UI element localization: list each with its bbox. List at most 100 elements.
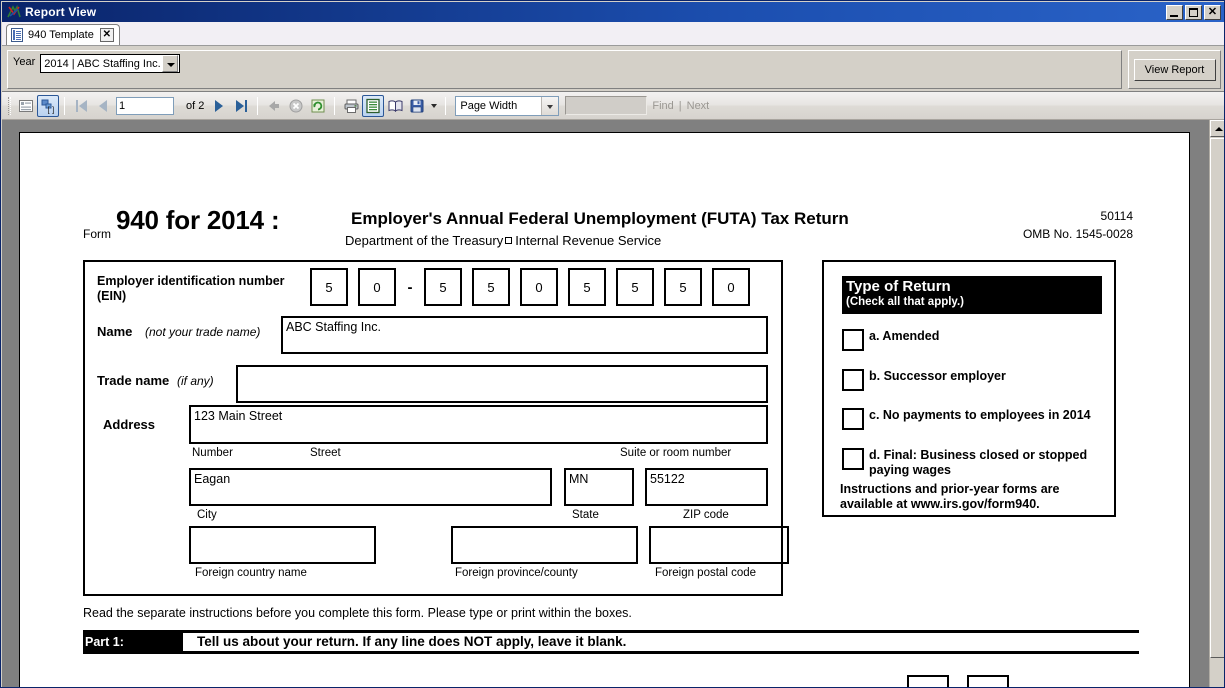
title-bar: Report View ✕ bbox=[2, 2, 1225, 22]
tab-strip: 940 Template ✕ bbox=[2, 22, 1225, 46]
parameter-bar: Year 2014 | ABC Staffing Inc. View Repor… bbox=[2, 46, 1225, 92]
view-report-button[interactable]: View Report bbox=[1134, 59, 1216, 81]
type-of-return-box: Type of Return (Check all that apply.) a… bbox=[822, 260, 1116, 517]
caption-foreign-postal: Foreign postal code bbox=[655, 567, 756, 579]
next-page-icon[interactable] bbox=[208, 95, 230, 117]
form-department: Department of the TreasuryInternal Reven… bbox=[345, 233, 661, 248]
option-b-label: b. Successor employer bbox=[869, 369, 1104, 384]
zoom-select[interactable]: Page Width bbox=[455, 96, 559, 116]
ein-digit-6[interactable]: 5 bbox=[616, 268, 654, 306]
previous-page-icon[interactable] bbox=[92, 95, 114, 117]
find-input[interactable] bbox=[565, 96, 647, 115]
print-icon[interactable] bbox=[340, 95, 362, 117]
type-of-return-option-c[interactable]: c. No payments to employees in 2014 bbox=[842, 408, 1104, 430]
parameters-icon[interactable]: [ ] bbox=[37, 95, 59, 117]
window-title: Report View bbox=[25, 5, 1166, 19]
page-count-label: of 2 bbox=[186, 100, 204, 112]
read-instructions-text: Read the separate instructions before yo… bbox=[83, 606, 632, 620]
form-header: Form 940 for 2014 : Employer's Annual Fe… bbox=[83, 203, 1133, 253]
line-1a-box-2[interactable] bbox=[967, 675, 1009, 687]
caption-city: City bbox=[197, 509, 217, 521]
checkbox-amended[interactable] bbox=[842, 329, 864, 351]
page-setup-icon[interactable] bbox=[384, 95, 406, 117]
tab-label: 940 Template bbox=[28, 29, 94, 41]
refresh-icon[interactable] bbox=[307, 95, 329, 117]
zip-field[interactable]: 55122 bbox=[645, 468, 768, 506]
type-of-return-option-a[interactable]: a. Amended bbox=[842, 329, 1104, 351]
zoom-select-value: Page Width bbox=[456, 100, 541, 112]
toolbar-separator bbox=[334, 97, 335, 115]
ein-digit-1[interactable]: 0 bbox=[358, 268, 396, 306]
year-select-value: 2014 | ABC Staffing Inc. bbox=[41, 58, 162, 70]
ein-label: Employer identification number (EIN) bbox=[97, 274, 285, 304]
chevron-down-icon[interactable] bbox=[541, 97, 558, 115]
ein-digit-3[interactable]: 5 bbox=[472, 268, 510, 306]
ein-digit-7[interactable]: 5 bbox=[664, 268, 702, 306]
tab-close-icon[interactable]: ✕ bbox=[100, 28, 114, 42]
type-of-return-option-d[interactable]: d. Final: Business closed or stopped pay… bbox=[842, 448, 1104, 478]
option-c-label: c. No payments to employees in 2014 bbox=[869, 408, 1104, 423]
part1-banner: Part 1: Tell us about your return. If an… bbox=[83, 630, 1139, 654]
close-button[interactable]: ✕ bbox=[1204, 5, 1221, 20]
tab-940-template[interactable]: 940 Template ✕ bbox=[6, 24, 120, 45]
window-controls: ✕ bbox=[1166, 5, 1221, 20]
state-field[interactable]: MN bbox=[564, 468, 634, 506]
toolbar-grip[interactable] bbox=[8, 97, 11, 115]
ein-digit-row: 5 0 - 5 5 0 5 5 5 0 bbox=[310, 268, 760, 306]
year-label: Year bbox=[13, 56, 35, 68]
checkbox-final-business-closed[interactable] bbox=[842, 448, 864, 470]
document-icon bbox=[11, 28, 23, 42]
chevron-down-icon[interactable] bbox=[162, 55, 178, 72]
address-street-field[interactable]: 123 Main Street bbox=[189, 405, 768, 444]
report-view-icon bbox=[6, 4, 22, 20]
form-code: 50114 bbox=[1101, 209, 1133, 223]
back-icon[interactable] bbox=[263, 95, 285, 117]
last-page-icon[interactable] bbox=[230, 95, 252, 117]
form-word-label: Form bbox=[83, 227, 111, 241]
employer-info-box: Employer identification number (EIN) 5 0… bbox=[83, 260, 783, 596]
form-omb-number: OMB No. 1545-0028 bbox=[1023, 227, 1133, 241]
export-save-icon[interactable] bbox=[406, 95, 428, 117]
caption-number: Number bbox=[192, 447, 233, 459]
foreign-country-field[interactable] bbox=[189, 526, 376, 564]
find-button[interactable]: Find bbox=[652, 100, 673, 112]
trade-name-field[interactable] bbox=[236, 365, 768, 403]
ein-digit-5[interactable]: 5 bbox=[568, 268, 606, 306]
first-page-icon[interactable] bbox=[70, 95, 92, 117]
vertical-scrollbar[interactable] bbox=[1209, 120, 1225, 687]
checkbox-no-payments[interactable] bbox=[842, 408, 864, 430]
type-of-return-note: Instructions and prior-year forms are av… bbox=[840, 482, 1108, 512]
scrollbar-thumb[interactable] bbox=[1210, 138, 1225, 658]
year-select[interactable]: 2014 | ABC Staffing Inc. bbox=[40, 54, 180, 73]
type-of-return-title: Type of Return bbox=[846, 278, 1102, 295]
ein-digit-4[interactable]: 0 bbox=[520, 268, 558, 306]
parameter-panel: Year 2014 | ABC Staffing Inc. bbox=[7, 50, 1122, 89]
ein-label-line1: Employer identification number bbox=[97, 274, 285, 288]
svg-text:[ ]: [ ] bbox=[48, 105, 55, 114]
name-field[interactable]: ABC Staffing Inc. bbox=[281, 316, 768, 354]
option-d-label: d. Final: Business closed or stopped pay… bbox=[869, 448, 1104, 478]
ein-digit-8[interactable]: 0 bbox=[712, 268, 750, 306]
toolbar-separator bbox=[445, 97, 446, 115]
ein-digit-0[interactable]: 5 bbox=[310, 268, 348, 306]
page-number-input[interactable] bbox=[116, 97, 174, 115]
scroll-up-button[interactable] bbox=[1210, 120, 1225, 137]
city-field[interactable]: Eagan bbox=[189, 468, 552, 506]
ein-label-line2: (EIN) bbox=[97, 289, 126, 303]
print-layout-icon[interactable] bbox=[362, 95, 384, 117]
ein-digit-2[interactable]: 5 bbox=[424, 268, 462, 306]
document-map-icon[interactable] bbox=[15, 95, 37, 117]
option-a-label: a. Amended bbox=[869, 329, 1104, 344]
caption-foreign-country: Foreign country name bbox=[195, 567, 307, 579]
checkbox-successor-employer[interactable] bbox=[842, 369, 864, 391]
foreign-province-field[interactable] bbox=[451, 526, 638, 564]
foreign-postal-field[interactable] bbox=[649, 526, 789, 564]
type-of-return-header: Type of Return (Check all that apply.) bbox=[842, 276, 1102, 314]
export-dropdown-icon[interactable] bbox=[428, 95, 440, 117]
line-1a-box-1[interactable] bbox=[907, 675, 949, 687]
maximize-button[interactable] bbox=[1185, 5, 1202, 20]
minimize-button[interactable] bbox=[1166, 5, 1183, 20]
type-of-return-option-b[interactable]: b. Successor employer bbox=[842, 369, 1104, 391]
stop-icon[interactable] bbox=[285, 95, 307, 117]
find-next-button[interactable]: Next bbox=[687, 100, 710, 112]
